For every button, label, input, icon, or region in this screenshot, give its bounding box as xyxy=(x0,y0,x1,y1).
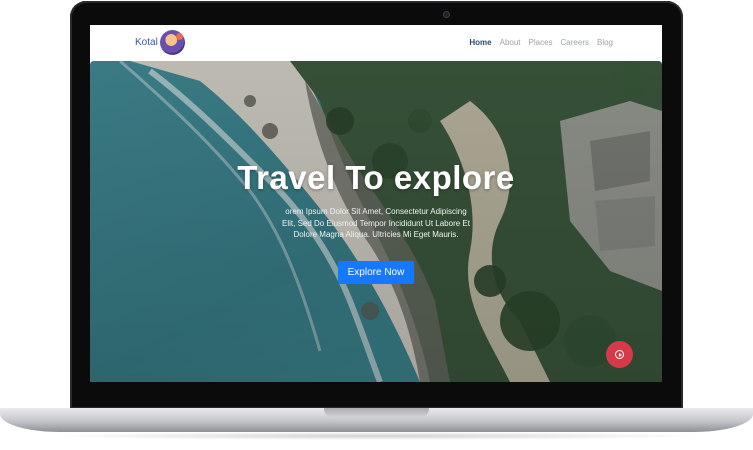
explore-now-button[interactable]: Explore Now xyxy=(338,261,414,284)
play-video-button[interactable] xyxy=(606,341,633,368)
hero-title: Travel To explore xyxy=(237,159,515,196)
nav-link-about[interactable]: About xyxy=(500,38,521,47)
hero-section: Travel To explore orem Ipsum Dolor Sit A… xyxy=(90,61,662,382)
nav-link-careers[interactable]: Careers xyxy=(561,38,589,47)
laptop-shadow xyxy=(40,432,713,440)
brand-logo-text[interactable]: Kotal xyxy=(135,37,158,48)
camera-icon xyxy=(443,11,450,18)
laptop-notch xyxy=(324,408,429,417)
nav-link-blog[interactable]: Blog xyxy=(597,38,613,47)
avatar[interactable] xyxy=(160,30,185,55)
laptop-screen: Kotal Home About Places Careers Blog Tra… xyxy=(90,25,662,382)
nav-links: Home About Places Careers Blog xyxy=(469,38,613,47)
laptop-mockup: Kotal Home About Places Careers Blog Tra… xyxy=(0,0,753,450)
play-circle-icon xyxy=(615,350,624,359)
nav-link-places[interactable]: Places xyxy=(529,38,553,47)
navbar: Kotal Home About Places Careers Blog xyxy=(90,25,662,61)
nav-link-home[interactable]: Home xyxy=(469,38,491,47)
hero-description: orem Ipsum Dolor Sit Amet, Consectetur A… xyxy=(282,207,470,239)
